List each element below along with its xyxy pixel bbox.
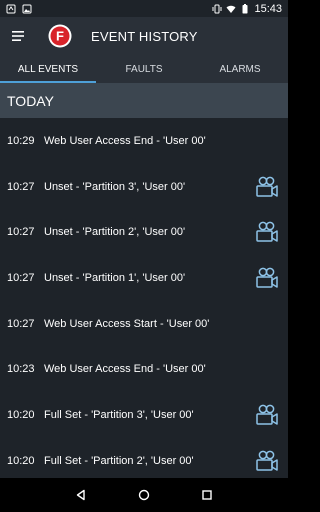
recents-button[interactable] — [200, 488, 214, 502]
video-camera-icon[interactable] — [254, 265, 280, 291]
tab-all-events[interactable]: ALL EVENTS — [0, 55, 96, 83]
event-description: Full Set - 'Partition 3', 'User 00' — [44, 408, 194, 421]
video-camera-icon[interactable] — [254, 174, 280, 200]
tab-faults[interactable]: FAULTS — [96, 55, 192, 83]
page-title: EVENT HISTORY — [91, 28, 198, 44]
event-time: 10:27 — [7, 180, 35, 193]
list-item[interactable]: 10:23 Web User Access End - 'User 00' — [0, 346, 288, 392]
event-time: 10:20 — [7, 454, 35, 467]
video-camera-icon[interactable] — [254, 448, 280, 474]
event-time: 10:29 — [7, 134, 35, 147]
vibrate-icon — [212, 4, 222, 13]
status-time: 15:43 — [254, 2, 282, 15]
event-description: Unset - 'Partition 3', 'User 00' — [44, 180, 186, 193]
video-camera-icon[interactable] — [254, 402, 280, 428]
event-description: Unset - 'Partition 2', 'User 00' — [44, 226, 186, 239]
notification-icon — [6, 4, 16, 13]
back-button[interactable] — [74, 488, 88, 502]
event-time: 10:20 — [7, 408, 35, 421]
event-description: Web User Access End - 'User 00' — [44, 134, 206, 147]
section-header-today: TODAY — [0, 83, 288, 118]
event-description: Web User Access End - 'User 00' — [44, 363, 206, 376]
video-camera-icon[interactable] — [254, 219, 280, 245]
home-button[interactable] — [137, 488, 151, 502]
status-bar: 15:43 — [0, 0, 288, 17]
event-time: 10:23 — [7, 363, 35, 376]
list-item[interactable]: 10:27 Unset - 'Partition 2', 'User 00' — [0, 209, 288, 255]
list-item[interactable]: 10:20 Full Set - 'Partition 2', 'User 00… — [0, 438, 288, 478]
wifi-icon — [226, 5, 236, 13]
event-description: Web User Access Start - 'User 00' — [44, 317, 210, 330]
image-icon — [22, 4, 32, 13]
event-description: Unset - 'Partition 1', 'User 00' — [44, 271, 186, 284]
app-logo-icon: F — [48, 24, 72, 48]
list-item[interactable]: 10:27 Unset - 'Partition 3', 'User 00' — [0, 164, 288, 210]
list-item[interactable]: 10:27 Unset - 'Partition 1', 'User 00' — [0, 255, 288, 301]
event-description: Full Set - 'Partition 2', 'User 00' — [44, 454, 194, 467]
list-item[interactable]: 10:20 Full Set - 'Partition 3', 'User 00… — [0, 392, 288, 438]
logo-letter: F — [56, 29, 64, 44]
tab-bar: ALL EVENTS FAULTS ALARMS — [0, 55, 288, 83]
status-right: 15:43 — [212, 3, 282, 15]
recents-icon — [201, 490, 212, 500]
list-item[interactable]: 10:27 Web User Access Start - 'User 00' — [0, 301, 288, 347]
battery-icon — [242, 3, 248, 13]
status-left — [6, 4, 32, 14]
back-icon — [77, 489, 86, 501]
event-time: 10:27 — [7, 317, 35, 330]
hamburger-menu-icon — [12, 31, 24, 41]
system-nav-bar — [0, 478, 288, 512]
menu-button[interactable] — [0, 17, 36, 55]
event-time: 10:27 — [7, 226, 35, 239]
tab-alarms[interactable]: ALARMS — [192, 55, 288, 83]
list-item[interactable]: 10:29 Web User Access End - 'User 00' — [0, 118, 288, 164]
home-icon — [138, 489, 150, 501]
event-list[interactable]: 10:29 Web User Access End - 'User 00' 10… — [0, 118, 288, 478]
event-time: 10:27 — [7, 271, 35, 284]
app-bar: F EVENT HISTORY — [0, 17, 288, 55]
